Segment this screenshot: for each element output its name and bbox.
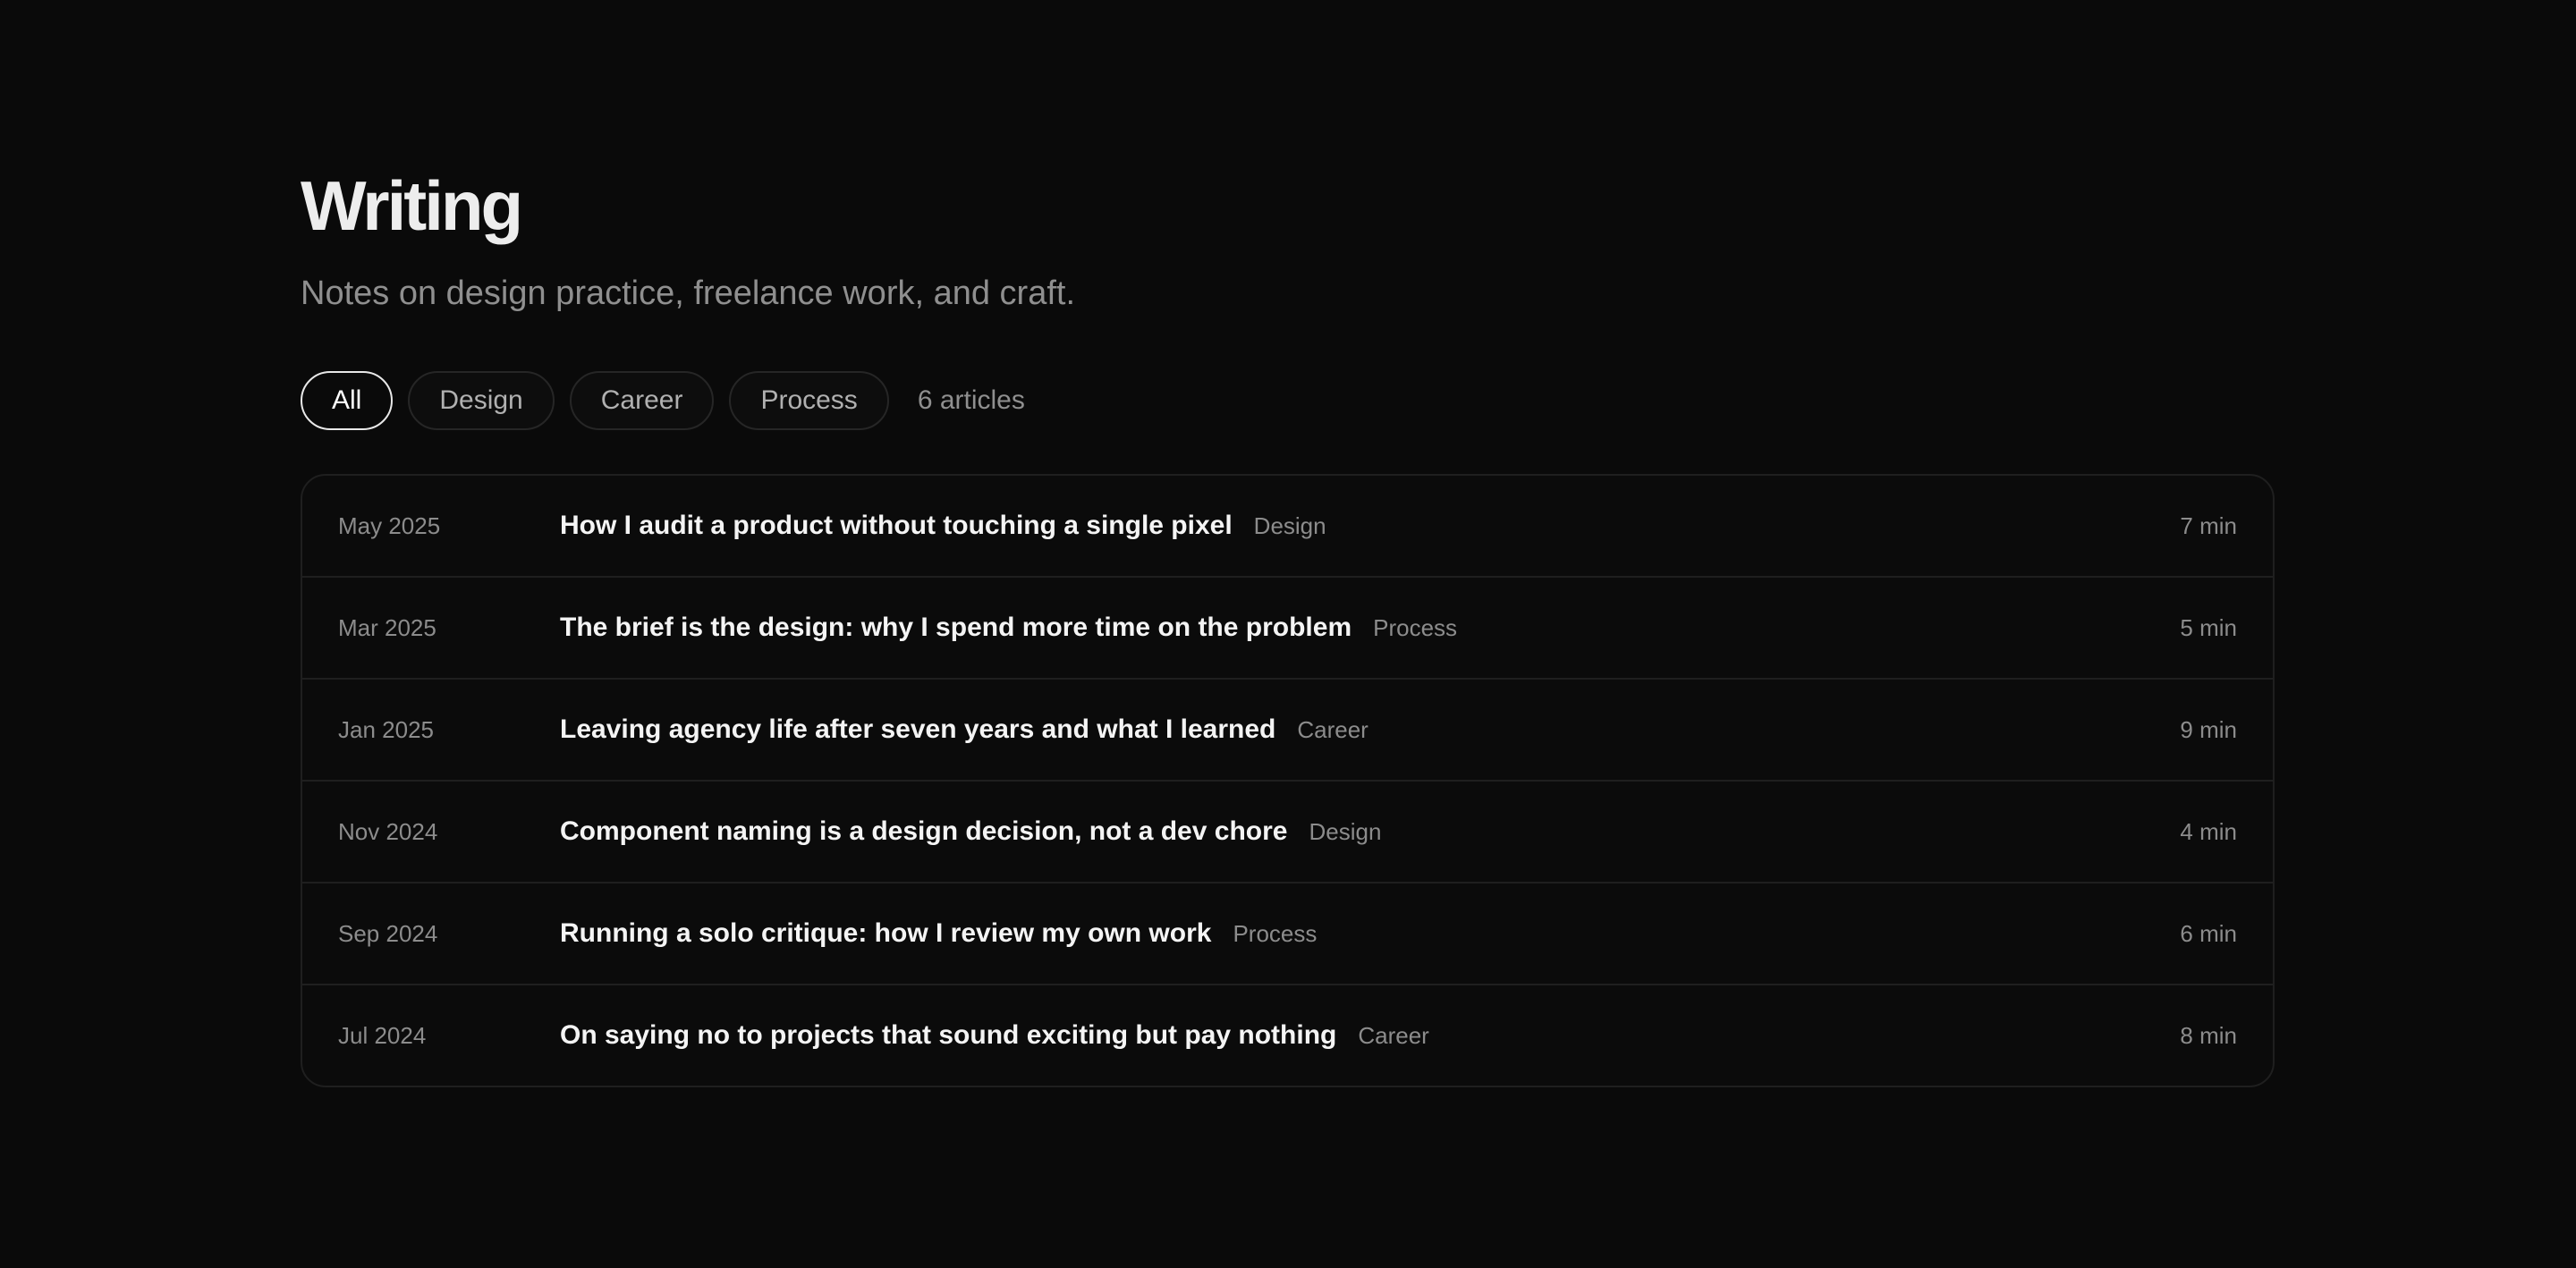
article-read-time: 5 min — [2180, 613, 2237, 641]
article-title-link[interactable]: Component naming is a design decision, n… — [560, 816, 1287, 847]
article-read-time: 8 min — [2180, 1021, 2237, 1049]
article-row[interactable]: Jul 2024 On saying no to projects that s… — [302, 985, 2273, 1086]
page-title: Writing — [301, 166, 523, 245]
article-count: 6 articles — [917, 385, 1025, 415]
article-date: Jan 2025 — [338, 715, 434, 743]
article-tag: Design — [1309, 817, 1382, 845]
article-row[interactable]: Mar 2025 The brief is the design: why I … — [302, 578, 2273, 680]
article-title-link[interactable]: The brief is the design: why I spend mor… — [560, 613, 1352, 643]
article-read-time: 6 min — [2180, 919, 2237, 947]
article-row[interactable]: Nov 2024 Component naming is a design de… — [302, 782, 2273, 883]
filter-design-button[interactable]: Design — [408, 371, 555, 430]
article-title-link[interactable]: Leaving agency life after seven years an… — [560, 714, 1275, 745]
page: Writing Notes on design practice, freela… — [0, 0, 2576, 1268]
article-tag: Design — [1253, 511, 1326, 539]
article-read-time: 9 min — [2180, 715, 2237, 743]
article-title-link[interactable]: On saying no to projects that sound exci… — [560, 1020, 1336, 1051]
article-date: Sep 2024 — [338, 919, 438, 947]
writing-section: Writing Notes on design practice, freela… — [301, 161, 2275, 1087]
article-read-time: 4 min — [2180, 817, 2237, 845]
article-date: May 2025 — [338, 511, 441, 539]
article-tag: Process — [1233, 919, 1318, 947]
article-row[interactable]: Sep 2024 Running a solo critique: how I … — [302, 883, 2273, 985]
filter-bar: All Design Career Process 6 articles — [301, 370, 2275, 431]
filter-all-button[interactable]: All — [301, 371, 394, 430]
article-title-link[interactable]: How I audit a product without touching a… — [560, 511, 1233, 541]
article-date: Mar 2025 — [338, 613, 436, 641]
article-title-link[interactable]: Running a solo critique: how I review my… — [560, 918, 1211, 949]
article-row[interactable]: May 2025 How I audit a product without t… — [302, 476, 2273, 578]
article-date: Jul 2024 — [338, 1021, 427, 1049]
page-subtitle: Notes on design practice, freelance work… — [301, 275, 1076, 312]
article-date: Nov 2024 — [338, 817, 438, 845]
article-tag: Career — [1297, 715, 1368, 743]
filter-process-button[interactable]: Process — [729, 371, 889, 430]
filter-career-button[interactable]: Career — [569, 371, 715, 430]
article-list: May 2025 How I audit a product without t… — [301, 474, 2275, 1087]
article-row[interactable]: Jan 2025 Leaving agency life after seven… — [302, 680, 2273, 782]
article-read-time: 7 min — [2180, 511, 2237, 539]
article-tag: Career — [1358, 1021, 1429, 1049]
article-tag: Process — [1373, 613, 1458, 641]
